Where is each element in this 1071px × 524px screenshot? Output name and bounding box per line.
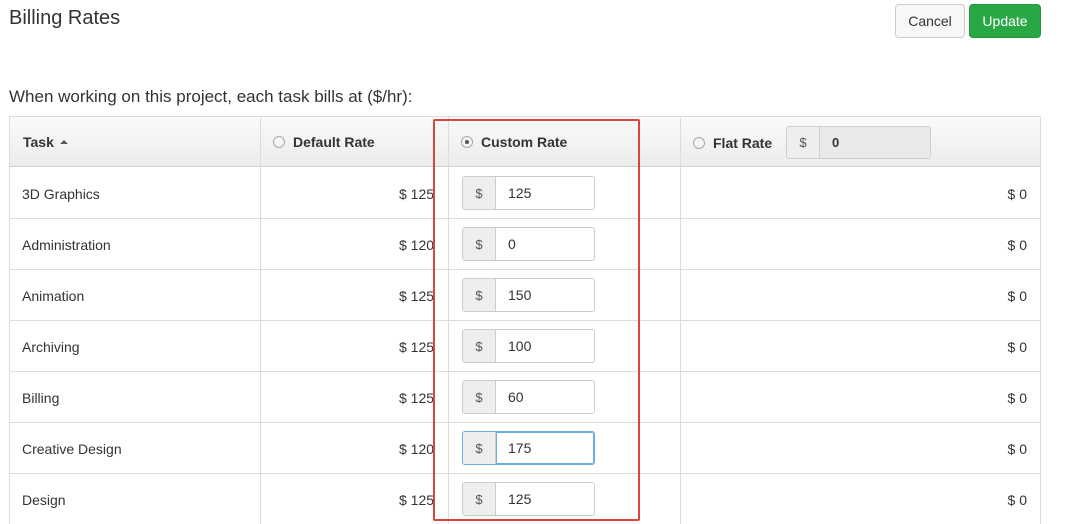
custom-rate-label: Custom Rate — [481, 134, 568, 150]
page-title: Billing Rates — [9, 7, 121, 29]
table-row: Billing $ 125 $ $ 0 — [10, 372, 1040, 423]
flat-rate-input-group: $ 0 — [786, 126, 931, 159]
default-rate-cell: $ 120 — [260, 219, 437, 270]
flat-rate-header[interactable]: Flat Rate — [693, 118, 772, 168]
flat-rate-value: $ 0 — [1007, 389, 1027, 406]
custom-rate-input[interactable] — [496, 483, 594, 515]
default-rate-header[interactable]: Default Rate — [273, 117, 375, 167]
cancel-button[interactable]: Cancel — [895, 4, 965, 38]
task-name: Creative Design — [22, 440, 122, 457]
dollar-icon: $ — [787, 127, 820, 158]
dollar-icon: $ — [463, 177, 496, 209]
flat-rate-value: $ 0 — [1007, 491, 1027, 508]
sort-ascending-icon — [59, 140, 68, 144]
table-header: Task Default Rate Custom Rate Flat Rate … — [10, 117, 1040, 167]
dollar-icon: $ — [463, 279, 496, 311]
table-row: Archiving $ 125 $ $ 0 — [10, 321, 1040, 372]
default-rate-value: $ 125 — [399, 185, 435, 202]
dollar-icon: $ — [463, 330, 496, 362]
dollar-icon: $ — [463, 432, 496, 464]
default-rate-value: $ 125 — [399, 389, 435, 406]
flat-rate-value: $ 0 — [1007, 236, 1027, 253]
custom-rate-radio[interactable] — [461, 136, 473, 148]
default-rate-value: $ 125 — [399, 338, 435, 355]
flat-rate-value: $ 0 — [1007, 440, 1027, 457]
task-name: Billing — [22, 389, 60, 406]
custom-rate-input[interactable] — [496, 177, 594, 209]
column-divider — [260, 117, 261, 524]
custom-rate-input[interactable] — [496, 228, 594, 260]
flat-rate-value: $ 0 — [1007, 287, 1027, 304]
flat-rate-input[interactable]: 0 — [820, 127, 930, 158]
custom-rate-input-group: $ — [462, 431, 595, 465]
custom-rate-input[interactable] — [496, 381, 594, 413]
flat-rate-radio[interactable] — [693, 137, 705, 149]
flat-rate-value: $ 0 — [1007, 185, 1027, 202]
custom-rate-input-group: $ — [462, 380, 595, 414]
table-row: Animation $ 125 $ $ 0 — [10, 270, 1040, 321]
default-rate-label: Default Rate — [293, 134, 375, 150]
default-rate-cell: $ 125 — [260, 168, 437, 219]
custom-rate-input[interactable] — [496, 330, 594, 362]
flat-rate-label: Flat Rate — [713, 135, 773, 151]
dollar-icon: $ — [463, 483, 496, 515]
default-rate-value: $ 125 — [399, 287, 435, 304]
default-rate-cell: $ 125 — [260, 270, 437, 321]
column-divider — [680, 117, 681, 524]
default-rate-value: $ 120 — [399, 440, 435, 457]
custom-rate-input-group: $ — [462, 227, 595, 261]
dollar-icon: $ — [463, 381, 496, 413]
custom-rate-input[interactable] — [496, 279, 594, 311]
default-rate-radio[interactable] — [273, 136, 285, 148]
table-row: 3D Graphics $ 125 $ $ 0 — [10, 168, 1040, 219]
flat-rate-value: $ 0 — [1007, 338, 1027, 355]
task-name: Archiving — [22, 338, 80, 355]
update-button[interactable]: Update — [969, 4, 1041, 38]
table-row: Creative Design $ 120 $ $ 0 — [10, 423, 1040, 474]
table-row: Administration $ 120 $ $ 0 — [10, 219, 1040, 270]
task-name: Administration — [22, 236, 111, 253]
default-rate-cell: $ 125 — [260, 321, 437, 372]
default-rate-cell: $ 120 — [260, 423, 437, 474]
task-column-header[interactable]: Task — [23, 117, 68, 167]
custom-rate-input-group: $ — [462, 278, 595, 312]
custom-rate-input[interactable] — [496, 432, 594, 464]
default-rate-value: $ 120 — [399, 236, 435, 253]
default-rate-value: $ 125 — [399, 491, 435, 508]
custom-rate-header[interactable]: Custom Rate — [461, 117, 567, 167]
billing-rates-table: Task Default Rate Custom Rate Flat Rate … — [9, 116, 1041, 524]
dollar-icon: $ — [463, 228, 496, 260]
task-header-label: Task — [23, 134, 54, 150]
task-name: Animation — [22, 287, 85, 304]
custom-rate-input-group: $ — [462, 176, 595, 210]
task-name: 3D Graphics — [22, 185, 100, 202]
default-rate-cell: $ 125 — [260, 372, 437, 423]
intro-text: When working on this project, each task … — [9, 87, 413, 106]
custom-rate-input-group: $ — [462, 329, 595, 363]
column-divider — [448, 117, 449, 524]
custom-rate-input-group: $ — [462, 482, 595, 516]
default-rate-cell: $ 125 — [260, 474, 437, 524]
task-name: Design — [22, 491, 66, 508]
table-row: Design $ 125 $ $ 0 — [10, 474, 1040, 524]
